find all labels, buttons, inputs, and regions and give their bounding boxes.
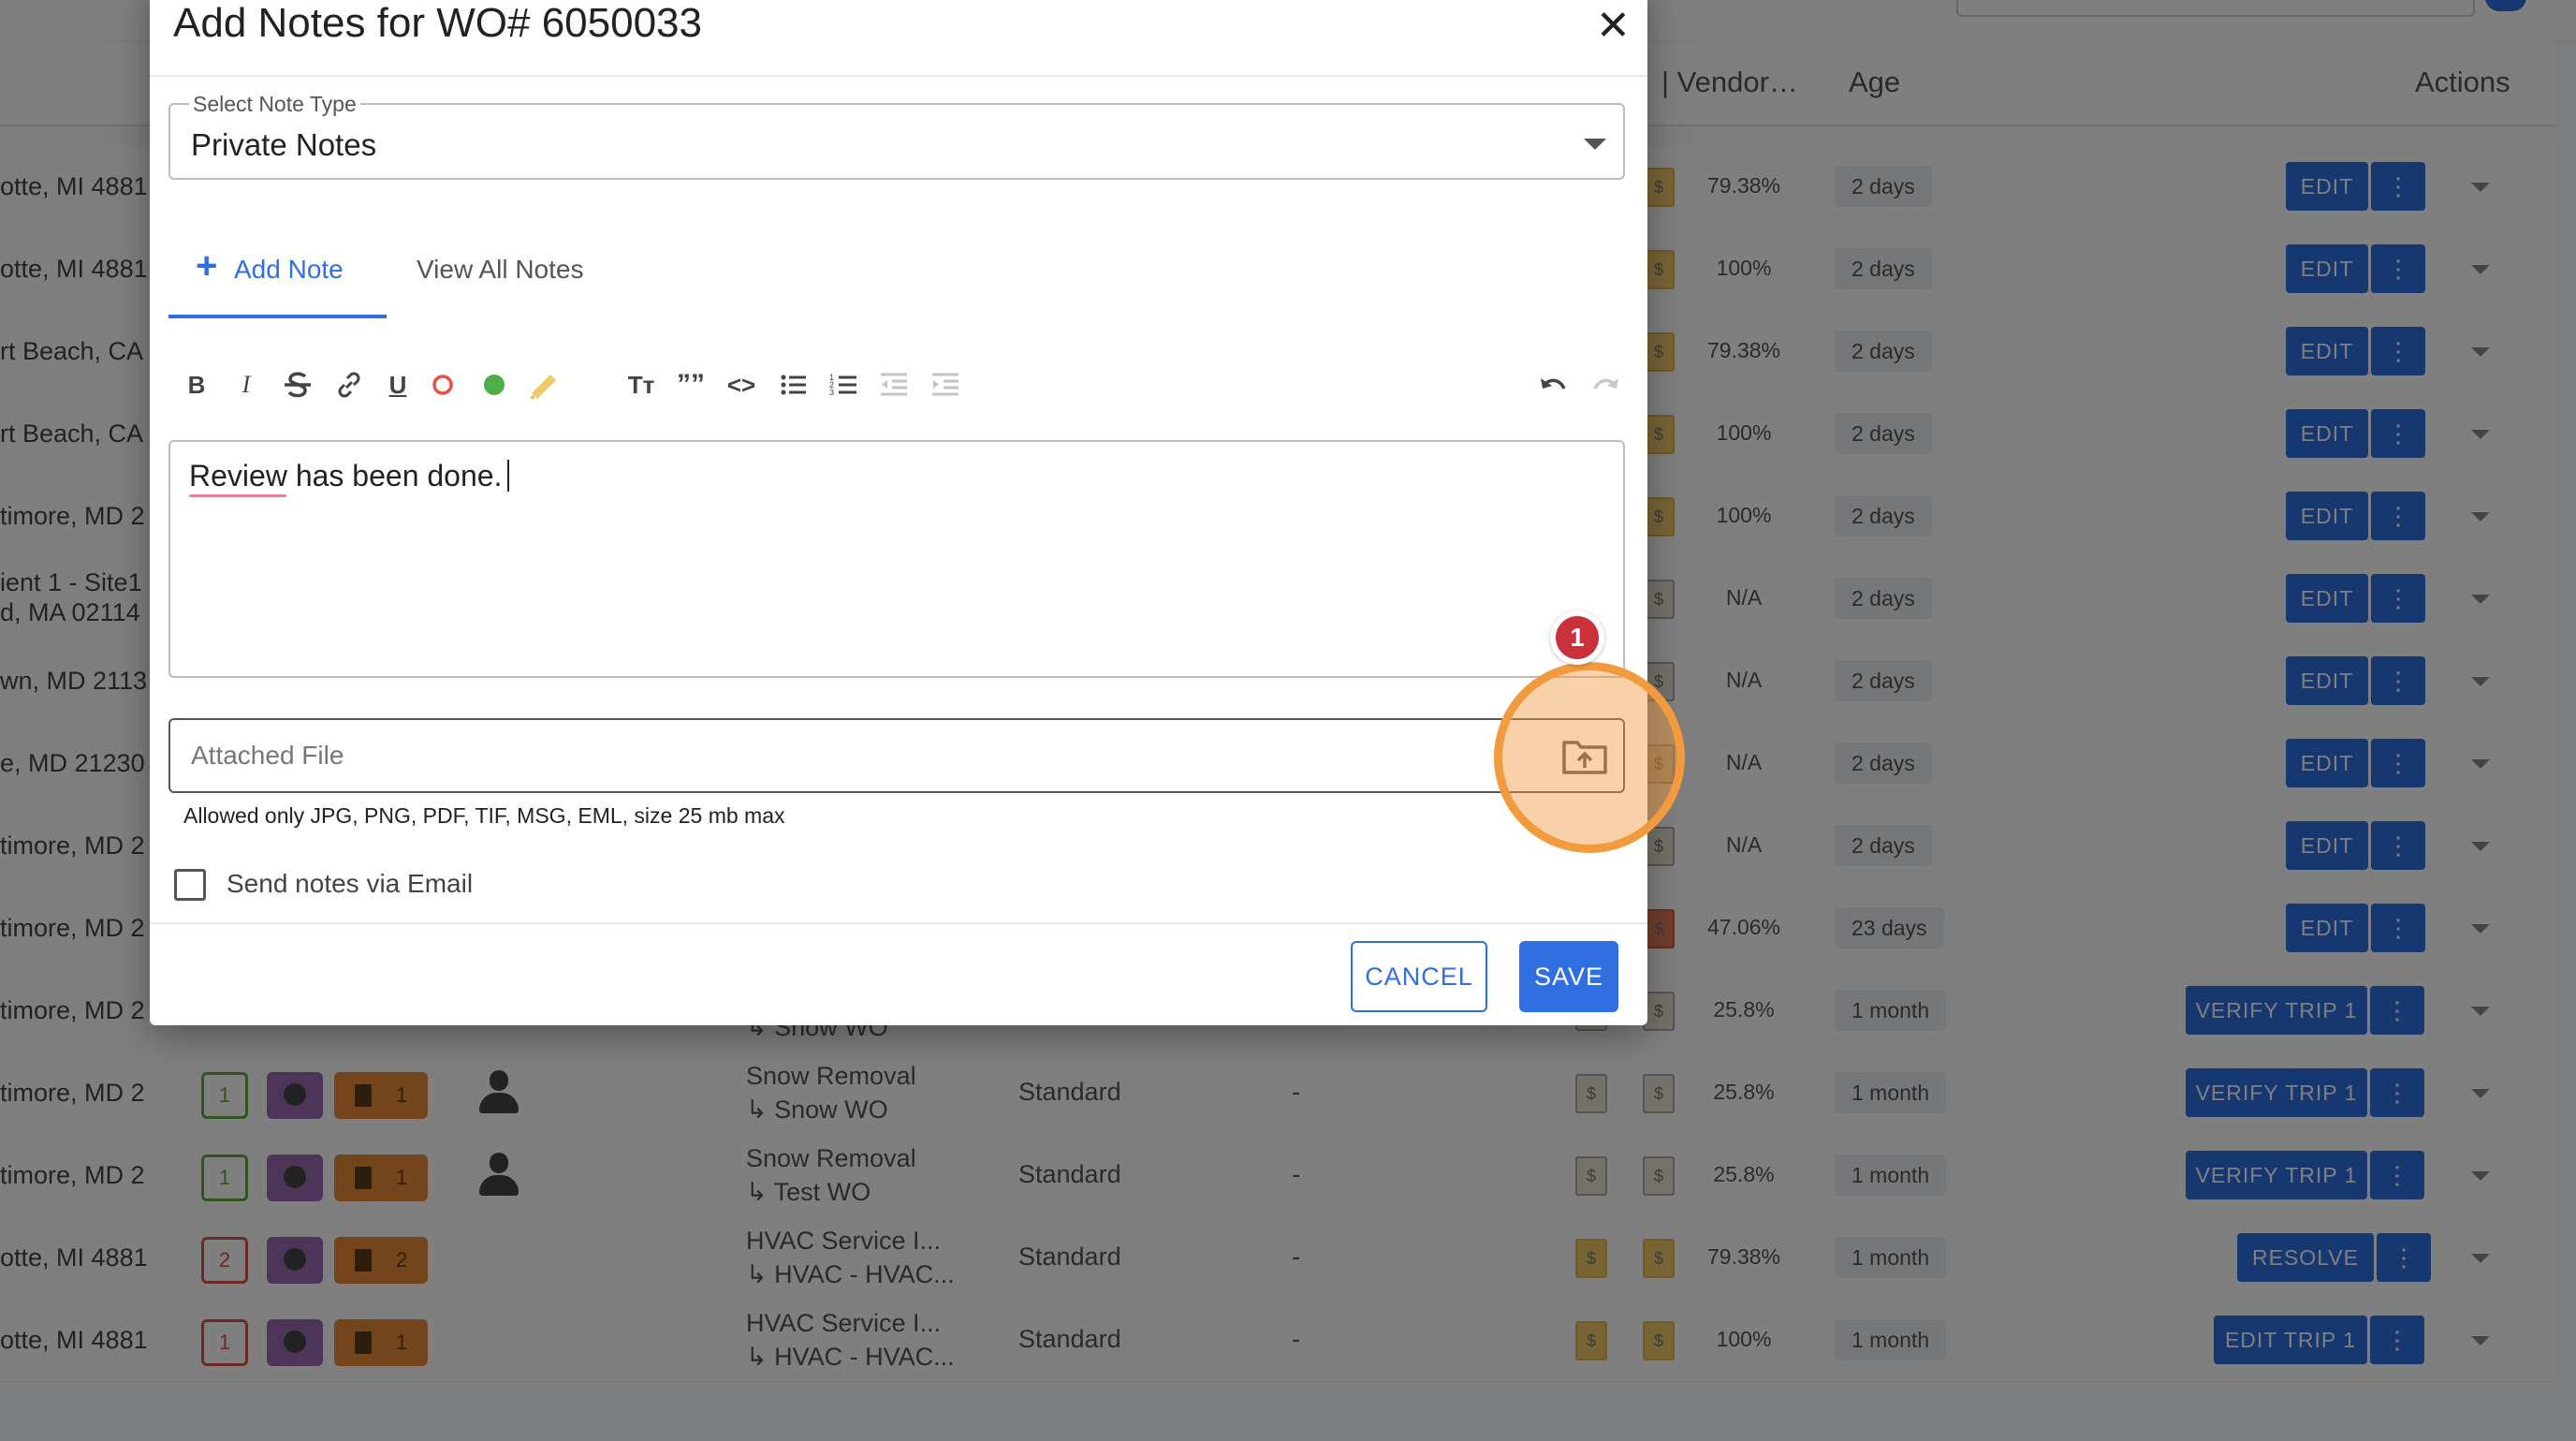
close-icon[interactable]: ✕ [1596,6,1631,47]
strikethrough-icon[interactable] [281,365,315,404]
code-icon[interactable]: <> [723,365,760,404]
dialog-title: Add Notes for WO# 6050033 [173,0,702,46]
attached-file-field[interactable]: Attached File [168,718,1625,793]
attached-file-placeholder: Attached File [191,741,344,770]
bold-icon[interactable]: B [183,365,211,404]
text-size-icon[interactable]: Tт [622,365,660,404]
add-notes-dialog: Add Notes for WO# 6050033 ✕ Select Note … [150,0,1685,1025]
step-marker: 1 [1550,610,1604,665]
bullet-list-icon[interactable] [775,365,812,404]
undo-icon[interactable] [1535,365,1573,404]
spellcheck-underline [189,494,286,497]
plus-icon: + [196,245,218,287]
note-type-value: Private Notes [191,127,377,162]
link-icon[interactable] [332,365,366,404]
note-editor[interactable]: Review has been done. [168,440,1625,678]
divider [150,75,1647,77]
redo-icon[interactable] [1587,365,1624,404]
italic-icon[interactable]: I [232,365,260,404]
svg-text:3: 3 [829,388,834,397]
cancel-button[interactable]: CANCEL [1351,941,1487,1012]
editor-content[interactable]: Review has been done. [189,459,510,493]
file-type-hint: Allowed only JPG, PNG, PDF, TIF, MSG, EM… [183,803,785,828]
send-email-checkbox[interactable] [174,869,206,901]
active-tab-indicator [168,315,387,318]
highlighter-icon[interactable] [522,365,564,404]
text-cursor [507,460,510,492]
editor-text: Review has been done. [189,459,503,493]
numbered-list-icon[interactable]: 123 [826,365,863,404]
save-button[interactable]: SAVE [1519,941,1618,1012]
tab-add-note-label: Add Note [234,255,344,284]
note-type-label: Select Note Type [189,92,360,117]
note-type-select[interactable]: Select Note Type Private Notes [168,92,1625,180]
underline-icon[interactable]: U [384,365,412,404]
text-color-icon[interactable] [426,365,460,404]
step-number: 1 [1556,616,1599,659]
click-highlight [1494,662,1685,853]
quote-icon[interactable]: ”” [674,365,708,404]
divider [150,922,1647,924]
outdent-icon[interactable] [875,365,913,404]
indent-icon[interactable] [927,365,964,404]
caret-down-icon [1584,139,1606,150]
send-email-label[interactable]: Send notes via Email [227,869,473,899]
background-color-icon[interactable] [477,365,511,404]
tab-view-all-notes[interactable]: View All Notes [417,255,583,285]
